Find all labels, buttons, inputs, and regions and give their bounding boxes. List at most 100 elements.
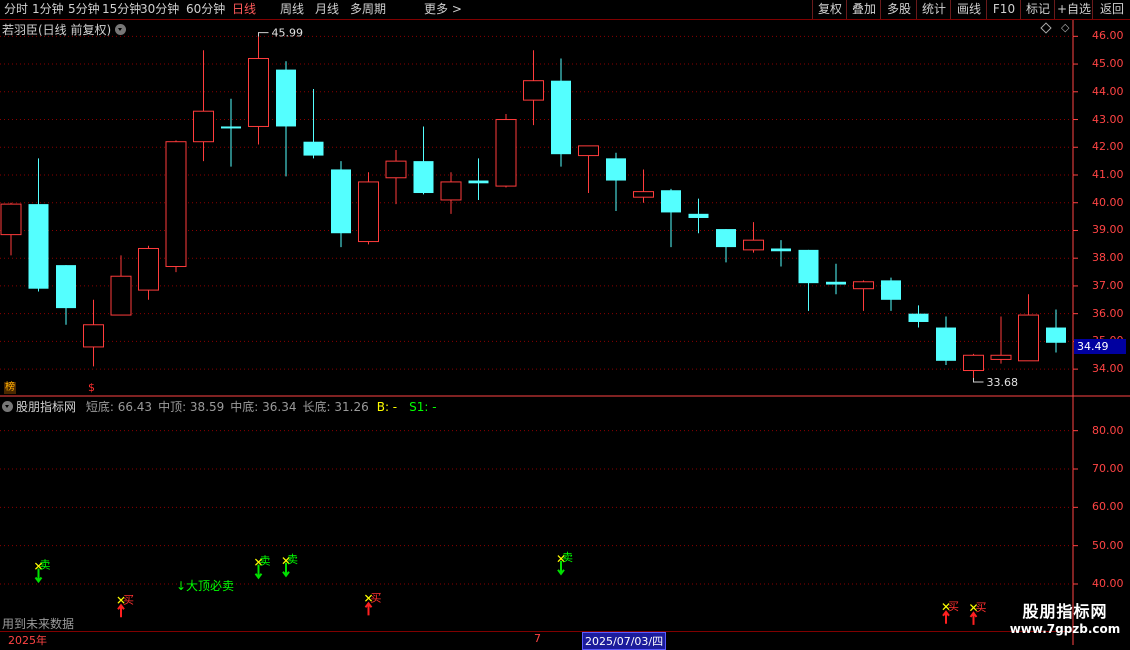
candle-body	[551, 80, 571, 155]
candle-body	[688, 213, 709, 218]
future-data-note: 用到未来数据	[2, 617, 75, 631]
sell-signal: 卖	[260, 555, 271, 568]
cursor-date: 2025/07/03/四	[582, 632, 667, 650]
buy-signal: 买	[371, 591, 382, 604]
candle	[495, 113, 517, 188]
candle	[551, 58, 571, 167]
candle-body	[881, 280, 901, 300]
indicator-param: 短底: 66.43	[85, 400, 153, 414]
candle-body	[908, 313, 929, 322]
price-tick-label: 37.00	[1092, 278, 1124, 292]
s1-value: S1: -	[409, 400, 437, 414]
candle-body	[303, 141, 324, 156]
indicator-name: 股朋指标网	[16, 400, 77, 414]
candle	[303, 89, 324, 159]
candle	[688, 198, 709, 234]
candle	[990, 316, 1012, 364]
candle-body	[165, 141, 187, 268]
price-tick-label: 44.00	[1092, 84, 1124, 98]
dollar-marker: $	[88, 381, 95, 394]
b-value: B: -	[376, 400, 398, 414]
low-label: 33.68	[987, 376, 1019, 389]
date-bar: 2025年 7 2025/07/03/四	[0, 631, 1073, 650]
candle	[716, 229, 736, 263]
candle	[523, 50, 544, 126]
price-tick-label: 46.00	[1092, 29, 1124, 43]
candle-body	[716, 229, 736, 248]
candle-body	[28, 204, 49, 289]
candle	[826, 263, 846, 295]
candle-body	[110, 275, 132, 316]
watermark-url: www.7gpzb.com	[1009, 622, 1121, 636]
indicator-tick-label: 50.00	[1092, 538, 1124, 552]
chevron-down-icon[interactable]	[2, 401, 13, 412]
watermark: 股朋指标网 www.7gpzb.com	[1000, 598, 1130, 648]
current-price-tag: 34.49	[1074, 339, 1126, 354]
candle-body	[331, 169, 351, 234]
candle	[853, 280, 874, 311]
candle-body	[83, 324, 104, 348]
candle-body	[963, 354, 984, 372]
sell-signal: 卖	[40, 559, 51, 572]
candle-body	[853, 281, 874, 290]
year-label: 2025年	[8, 634, 47, 647]
candle-body	[248, 58, 269, 127]
candle-body	[743, 239, 764, 251]
indicator-param: 长底: 31.26	[302, 400, 369, 414]
candle-body	[1018, 314, 1039, 362]
price-tick-label: 42.00	[1092, 140, 1124, 154]
indicator-tick-label: 70.00	[1092, 462, 1124, 475]
top-sell-signal: ↓大顶必卖	[176, 579, 234, 593]
sell-signal: 卖	[562, 551, 573, 564]
candle-body	[826, 281, 846, 285]
candle	[358, 172, 379, 245]
candle	[440, 172, 462, 214]
candle-body	[413, 161, 434, 194]
candle	[881, 277, 901, 311]
candle	[468, 158, 489, 200]
candle-body	[606, 158, 626, 181]
candle	[83, 299, 104, 367]
candle	[276, 61, 296, 177]
buy-signal: 买	[976, 601, 987, 614]
candle	[743, 222, 764, 253]
candle-body	[633, 191, 654, 198]
candle-body	[56, 265, 76, 309]
candle	[221, 98, 241, 167]
watermark-title: 股朋指标网	[1022, 602, 1108, 621]
candle-body	[358, 181, 379, 243]
price-tick-label: 36.00	[1092, 306, 1124, 320]
price-tick-label: 43.00	[1092, 112, 1124, 126]
candle-body	[523, 80, 544, 101]
candle-body	[771, 248, 791, 252]
candle-body	[385, 160, 407, 179]
candle	[110, 255, 132, 316]
price-tick-label: 34.00	[1092, 362, 1124, 376]
candle	[413, 126, 434, 195]
candle	[963, 353, 984, 379]
candle	[1018, 294, 1039, 362]
candle	[578, 145, 599, 194]
buy-signal: 买	[123, 593, 134, 606]
indicator-title: 股朋指标网 短底: 66.43 中顶: 38.59 中底: 36.34 长底: 31.…	[2, 398, 437, 415]
candle	[28, 158, 49, 292]
candle-body	[661, 190, 681, 213]
price-tick-label: 39.00	[1092, 223, 1124, 237]
candle	[936, 316, 956, 365]
candle	[165, 140, 187, 273]
candle-body	[440, 181, 462, 201]
rank-badge[interactable]: 榜	[4, 382, 16, 394]
price-tick-label: 41.00	[1092, 167, 1124, 181]
candle	[908, 305, 929, 328]
candlestick-chart: 45.9933.68✕卖✕买↓大顶必卖✕卖 ✕卖✕买✕卖✕买 ✕买	[0, 20, 1130, 645]
candle	[661, 188, 681, 248]
price-tick-label: 45.00	[1092, 57, 1124, 71]
candle-body	[193, 110, 214, 143]
candle-body	[936, 327, 956, 361]
indicator-tick-label: 60.00	[1092, 500, 1124, 514]
sell-signal: 卖	[287, 553, 298, 566]
candle	[193, 50, 214, 162]
indicator-param: 中顶: 38.59	[158, 400, 225, 414]
candle-body	[0, 203, 22, 236]
candle-body	[221, 126, 241, 129]
